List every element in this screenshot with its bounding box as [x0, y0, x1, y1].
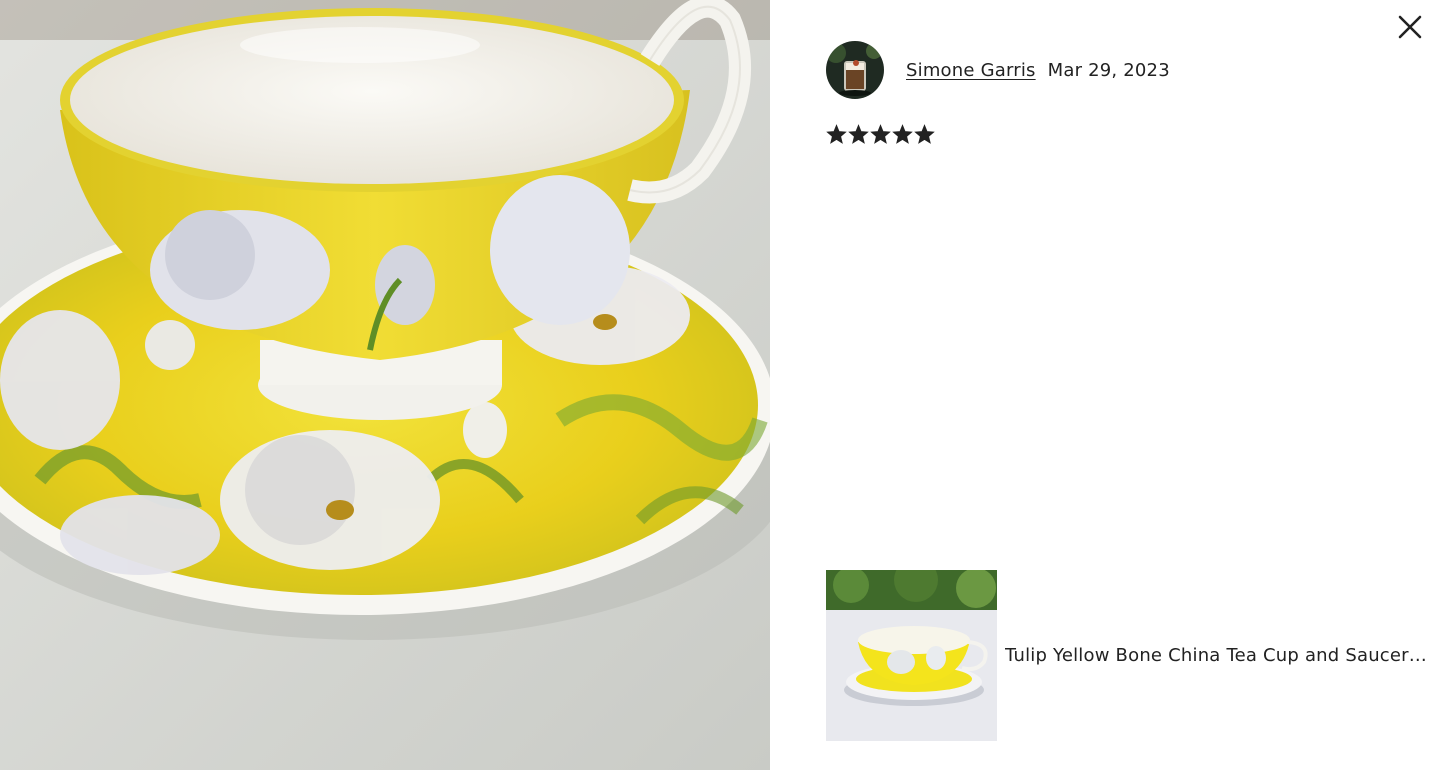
avatar[interactable]: [826, 41, 884, 99]
star-icon: [826, 124, 847, 144]
review-photo: [0, 0, 770, 770]
listing-title[interactable]: Tulip Yellow Bone China Tea Cup and Sauc…: [1005, 645, 1432, 666]
review-header: Simone Garris Mar 29, 2023: [826, 41, 1170, 99]
review-date: Mar 29, 2023: [1047, 59, 1170, 81]
close-icon: [1398, 15, 1422, 39]
listing-thumbnail[interactable]: [826, 570, 997, 741]
star-icon: [914, 124, 935, 144]
close-button[interactable]: [1392, 9, 1428, 45]
star-icon: [848, 124, 869, 144]
reviewer-name-link[interactable]: Simone Garris: [906, 60, 1036, 81]
listing-link[interactable]: Tulip Yellow Bone China Tea Cup and Sauc…: [826, 570, 1432, 741]
star-icon: [870, 124, 891, 144]
star-rating: [826, 124, 935, 145]
star-icon: [892, 124, 913, 144]
